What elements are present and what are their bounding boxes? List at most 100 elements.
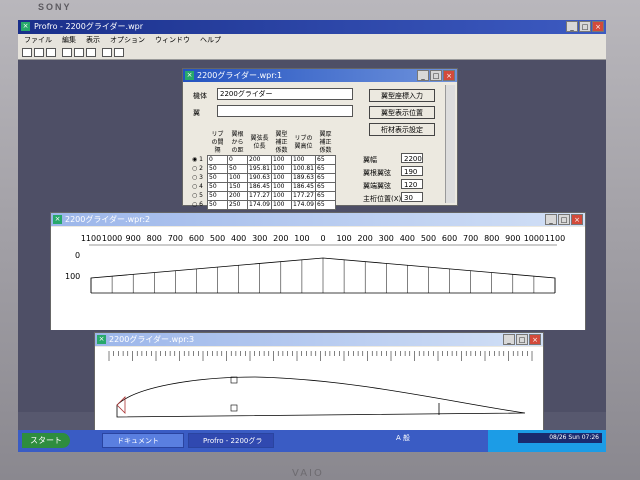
table-row[interactable]: ○ 5 50 200 177.27 100 177.27 65 (191, 191, 336, 201)
table-cell[interactable]: 0 (227, 155, 248, 165)
table-cell[interactable]: 100 (271, 173, 292, 183)
wing-data-titlebar[interactable]: × 2200グライダー.wpr:1 _ □ × (183, 69, 457, 82)
maximize-button[interactable]: □ (430, 70, 442, 81)
table-cell[interactable]: 174.09 (291, 200, 316, 210)
table-cell[interactable]: 65 (315, 200, 336, 210)
table-cell[interactable]: 65 (315, 164, 336, 174)
maximize-button[interactable]: □ (558, 214, 570, 225)
table-cell[interactable]: 200 (227, 191, 248, 201)
planform-titlebar[interactable]: × 2200グライダー.wpr:2 _ □ × (51, 213, 585, 226)
table-cell[interactable]: 100.81 (291, 164, 316, 174)
menu-file[interactable]: ファイル (24, 34, 52, 46)
task-documents[interactable]: ドキュメント (102, 433, 184, 448)
menu-edit[interactable]: 編集 (62, 34, 76, 46)
table-cell[interactable]: 65 (315, 182, 336, 192)
airfoil-display-button[interactable]: 翼型表示位置 (369, 106, 435, 119)
table-row[interactable]: ○ 2 50 50 195.81 100 100.81 65 (191, 164, 336, 174)
minimize-button[interactable]: _ (545, 214, 557, 225)
root-chord-field[interactable]: 190 (401, 166, 423, 176)
table-cell[interactable]: 100 (271, 200, 292, 210)
maximize-button[interactable]: □ (579, 21, 591, 32)
table-cell[interactable]: 190.63 (247, 173, 272, 183)
copy-icon[interactable] (74, 48, 84, 57)
table-cell[interactable]: 100 (291, 155, 316, 165)
help-icon[interactable] (114, 48, 124, 57)
table-cell[interactable]: 65 (315, 191, 336, 201)
wingspan-field[interactable]: 2200 (401, 153, 423, 163)
airfoil-window: × 2200グライダー.wpr:3 _ □ × (94, 332, 544, 436)
table-cell[interactable]: 50 (207, 173, 228, 183)
table-cell[interactable]: 177.27 (291, 191, 316, 201)
table-cell[interactable]: 177.27 (247, 191, 272, 201)
start-button[interactable]: スタート (22, 433, 70, 448)
row-radio[interactable]: ○ 4 (191, 183, 208, 192)
planform-canvas: 1100 1000 900 800 700 600 500 400 300 200 100 0 100 2… (51, 227, 585, 330)
save-icon[interactable] (46, 48, 56, 57)
row-radio[interactable]: ○ 5 (191, 192, 208, 201)
table-cell[interactable]: 195.81 (247, 164, 272, 174)
table-cell[interactable]: 150 (227, 182, 248, 192)
wing-name-field[interactable] (217, 105, 353, 117)
close-button[interactable]: × (571, 214, 583, 225)
table-cell[interactable]: 100 (271, 182, 292, 192)
table-cell[interactable]: 50 (207, 191, 228, 201)
spar-position-field[interactable]: 30 (401, 192, 423, 202)
ruler (108, 351, 533, 361)
row-radio[interactable]: ◉ 1 (191, 156, 208, 165)
minimize-button[interactable]: _ (417, 70, 429, 81)
ruler-label: 300 (252, 234, 267, 243)
vertical-scrollbar[interactable] (445, 85, 455, 203)
close-button[interactable]: × (592, 21, 604, 32)
ime-indicator[interactable]: A 般 (396, 433, 410, 443)
menu-window[interactable]: ウィンドウ (155, 34, 190, 46)
table-cell[interactable]: 250 (227, 200, 248, 210)
table-cell[interactable]: 65 (315, 173, 336, 183)
table-cell[interactable]: 50 (207, 182, 228, 192)
close-button[interactable]: × (443, 70, 455, 81)
airfoil-titlebar[interactable]: × 2200グライダー.wpr:3 _ □ × (95, 333, 543, 346)
table-row[interactable]: ○ 6 50 250 174.09 100 174.09 65 (191, 200, 336, 210)
table-cell[interactable]: 65 (315, 155, 336, 165)
table-cell[interactable]: 50 (207, 164, 228, 174)
open-folder-icon[interactable] (34, 48, 44, 57)
table-row[interactable]: ○ 4 50 150 186.45 100 186.45 65 (191, 182, 336, 192)
table-cell[interactable]: 100 (271, 155, 292, 165)
param-label: 翼根翼弦 (363, 169, 391, 177)
table-cell[interactable]: 50 (227, 164, 248, 174)
document-icon: × (97, 335, 106, 344)
app-window: × Profro - 2200グライダー.wpr _ □ × ファイル 編集 表… (18, 20, 606, 452)
table-cell[interactable]: 200 (247, 155, 272, 165)
app-titlebar[interactable]: × Profro - 2200グライダー.wpr _ □ × (18, 20, 606, 34)
table-cell[interactable]: 0 (207, 155, 228, 165)
print-icon[interactable] (102, 48, 112, 57)
table-cell[interactable]: 174.09 (247, 200, 272, 210)
menu-view[interactable]: 表示 (86, 34, 100, 46)
table-cell[interactable]: 186.45 (247, 182, 272, 192)
table-row[interactable]: ◉ 1 0 0 200 100 100 65 (191, 155, 336, 165)
maximize-button[interactable]: □ (516, 334, 528, 345)
table-cell[interactable]: 100 (227, 173, 248, 183)
airframe-name-field[interactable]: 2200グライダー (217, 88, 353, 100)
paste-icon[interactable] (86, 48, 96, 57)
new-file-icon[interactable] (22, 48, 32, 57)
row-radio[interactable]: ○ 3 (191, 174, 208, 183)
table-row[interactable]: ○ 3 50 100 190.63 100 189.63 65 (191, 173, 336, 183)
table-cell[interactable]: 50 (207, 200, 228, 210)
airfoil-coordinate-button[interactable]: 翼型座標入力 (369, 89, 435, 102)
cut-icon[interactable] (62, 48, 72, 57)
task-profro[interactable]: Profro - 2200グラ (188, 433, 274, 448)
spar-display-button[interactable]: 桁材表示設定 (369, 123, 435, 136)
table-cell[interactable]: 189.63 (291, 173, 316, 183)
tip-chord-field[interactable]: 120 (401, 179, 423, 189)
close-button[interactable]: × (529, 334, 541, 345)
table-cell[interactable]: 100 (271, 191, 292, 201)
menu-options[interactable]: オプション (110, 34, 145, 46)
minimize-button[interactable]: _ (503, 334, 515, 345)
table-cell[interactable]: 186.45 (291, 182, 316, 192)
menu-help[interactable]: ヘルプ (200, 34, 221, 46)
minimize-button[interactable]: _ (566, 21, 578, 32)
table-cell[interactable]: 100 (271, 164, 292, 174)
clock: 08/26 Sun 07:26 (518, 433, 602, 443)
row-radio[interactable]: ○ 6 (191, 201, 208, 210)
row-radio[interactable]: ○ 2 (191, 165, 208, 174)
